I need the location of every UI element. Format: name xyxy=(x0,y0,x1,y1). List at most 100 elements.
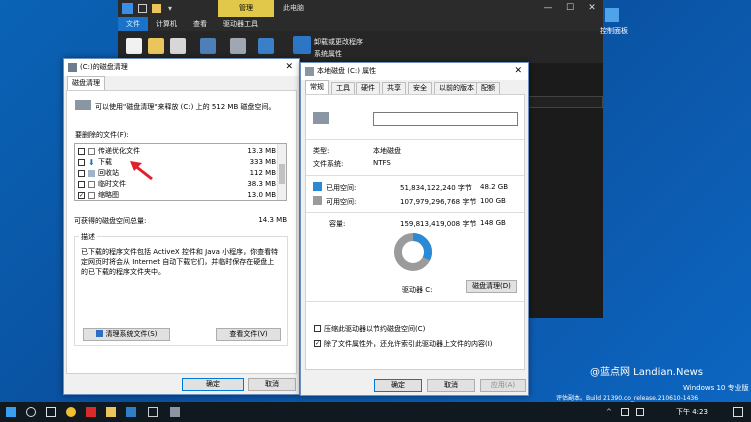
list-item[interactable]: 传递优化文件 13.3 MB xyxy=(75,146,278,157)
apply-button[interactable]: 应用(A) xyxy=(480,379,526,392)
app-icon[interactable] xyxy=(86,407,96,417)
used-swatch xyxy=(313,182,322,191)
os-edition-text: Windows 10 专业版 xyxy=(683,384,749,392)
close-button[interactable]: ✕ xyxy=(581,0,603,17)
disk-cleanup-icon xyxy=(68,63,77,72)
files-scrollbar[interactable] xyxy=(277,144,286,200)
tray-chevron-icon[interactable]: ^ xyxy=(606,408,614,416)
tab-quota[interactable]: 配额 xyxy=(476,82,500,94)
volume-icon[interactable] xyxy=(636,408,644,416)
notification-icon[interactable] xyxy=(733,407,743,417)
cancel-button[interactable]: 取消 xyxy=(427,379,475,392)
tab-drive-tools[interactable]: 驱动器工具 xyxy=(215,17,266,31)
used-gb: 48.2 GB xyxy=(480,183,509,191)
maximize-button[interactable]: ☐ xyxy=(559,0,581,17)
clock[interactable]: 下午 4:23 xyxy=(676,407,708,417)
ok-button[interactable]: 确定 xyxy=(182,378,244,391)
index-checkbox-checked[interactable]: ✓ xyxy=(314,340,321,347)
checkbox[interactable] xyxy=(78,159,85,166)
disk-cleanup-taskbar-icon[interactable] xyxy=(170,407,180,417)
file-size: 38.3 MB xyxy=(247,180,276,188)
checkbox[interactable] xyxy=(78,181,85,188)
chrome-icon[interactable] xyxy=(66,407,76,417)
file-icon xyxy=(88,181,95,188)
manage-context-tab[interactable]: 管理 xyxy=(218,0,274,17)
tab-general[interactable]: 常规 xyxy=(305,80,329,94)
tab-previous-versions[interactable]: 以前的版本 xyxy=(434,82,479,94)
free-bytes: 107,979,296,768 字节 xyxy=(400,198,477,206)
annotation-arrow-icon xyxy=(130,161,153,181)
tab-computer[interactable]: 计算机 xyxy=(148,17,185,31)
checkbox-checked[interactable]: ✓ xyxy=(78,192,85,199)
list-item[interactable]: 临时文件 38.3 MB xyxy=(75,179,278,190)
compress-checkbox[interactable] xyxy=(314,325,321,332)
search-icon[interactable] xyxy=(26,407,36,417)
type-label: 类型: xyxy=(313,147,330,155)
settings-gear-icon[interactable] xyxy=(293,36,311,54)
index-label: 除了文件属性外，还允许索引此驱动器上文件的内容(I) xyxy=(324,340,493,348)
system-properties-link[interactable]: 系统属性 xyxy=(314,49,342,59)
map-network-drive-icon[interactable] xyxy=(230,38,246,54)
computer-icon xyxy=(122,3,133,14)
fs-value: NTFS xyxy=(373,159,391,167)
list-item[interactable]: ✓ 缩略图 13.0 MB xyxy=(75,190,278,200)
close-button[interactable]: ✕ xyxy=(285,59,293,76)
used-bytes: 51,834,122,240 字节 xyxy=(400,184,472,192)
checkbox[interactable] xyxy=(78,148,85,155)
network-icon[interactable] xyxy=(621,408,629,416)
clean-system-files-button[interactable]: 清理系统文件(S) xyxy=(83,328,170,341)
cleanup-tabs: 磁盘清理 xyxy=(64,76,299,90)
site-watermark: @蓝点网 Landian.News xyxy=(590,367,704,378)
drive-label-input[interactable] xyxy=(373,112,518,126)
cleanup-titlebar[interactable]: (C:)的磁盘清理 ✕ xyxy=(64,59,299,76)
file-size: 13.0 MB xyxy=(247,191,276,199)
file-explorer-icon[interactable] xyxy=(106,407,116,417)
disk-cleanup-button[interactable]: 磁盘清理(D) xyxy=(466,280,517,293)
compress-label: 压缩此驱动器以节约磁盘空间(C) xyxy=(324,325,426,333)
description-title: 描述 xyxy=(79,232,97,242)
qat-chevron-icon[interactable]: ▾ xyxy=(168,3,178,14)
tab-view[interactable]: 查看 xyxy=(185,17,215,31)
clean-system-files-label: 清理系统文件(S) xyxy=(105,330,158,338)
open-folder-icon[interactable] xyxy=(148,38,164,54)
rename-icon[interactable] xyxy=(170,38,186,54)
files-list[interactable]: 传递优化文件 13.3 MB ⬇ 下载 333 MB 回收站 112 MB 临时… xyxy=(74,143,287,201)
start-windows-icon[interactable] xyxy=(6,407,16,417)
tab-security[interactable]: 安全 xyxy=(408,82,432,94)
tab-file[interactable]: 文件 xyxy=(118,17,148,31)
description-text: 已下载的程序文件包括 ActiveX 控件和 Java 小程序，你查看特定网页时… xyxy=(81,248,279,276)
checkbox[interactable] xyxy=(78,170,85,177)
settings-icon[interactable] xyxy=(148,407,158,417)
total-label: 可获得的磁盘空间总量: xyxy=(74,217,147,225)
desktop-icon-label: 控制面板 xyxy=(600,27,628,35)
add-network-location-icon[interactable] xyxy=(258,38,274,54)
scrollbar-thumb[interactable] xyxy=(279,164,285,184)
props-titlebar[interactable]: 本地磁盘 (C:) 属性 ✕ xyxy=(301,63,528,80)
control-panel-icon[interactable] xyxy=(605,8,619,22)
free-swatch xyxy=(313,196,322,205)
uninstall-programs-link[interactable]: 卸载或更改程序 xyxy=(314,37,363,47)
explorer-titlebar[interactable]: ▾ xyxy=(118,0,603,17)
view-files-button[interactable]: 查看文件(V) xyxy=(216,328,281,341)
search-box[interactable] xyxy=(528,96,603,108)
close-button[interactable]: ✕ xyxy=(514,63,522,80)
store-icon[interactable] xyxy=(126,407,136,417)
folder-quick-icon[interactable] xyxy=(152,4,161,13)
tab-sharing[interactable]: 共享 xyxy=(382,82,406,94)
file-icon xyxy=(88,192,95,199)
capacity-bytes: 159,813,419,008 字节 xyxy=(400,220,477,228)
capacity-gb: 148 GB xyxy=(480,219,506,227)
download-arrow-icon: ⬇ xyxy=(88,158,95,167)
task-view-icon[interactable] xyxy=(46,407,56,417)
list-item[interactable]: ⬇ 下载 333 MB xyxy=(75,157,278,168)
cancel-button[interactable]: 取消 xyxy=(248,378,296,391)
access-media-icon[interactable] xyxy=(200,38,216,54)
tab-disk-cleanup[interactable]: 磁盘清理 xyxy=(67,76,105,90)
list-item[interactable]: 回收站 112 MB xyxy=(75,168,278,179)
ok-button[interactable]: 确定 xyxy=(374,379,422,392)
properties-quick-icon[interactable] xyxy=(138,4,147,13)
properties-icon[interactable] xyxy=(126,38,142,54)
tab-tools[interactable]: 工具 xyxy=(331,82,355,94)
tab-hardware[interactable]: 硬件 xyxy=(356,82,380,94)
minimize-button[interactable]: — xyxy=(537,0,559,17)
